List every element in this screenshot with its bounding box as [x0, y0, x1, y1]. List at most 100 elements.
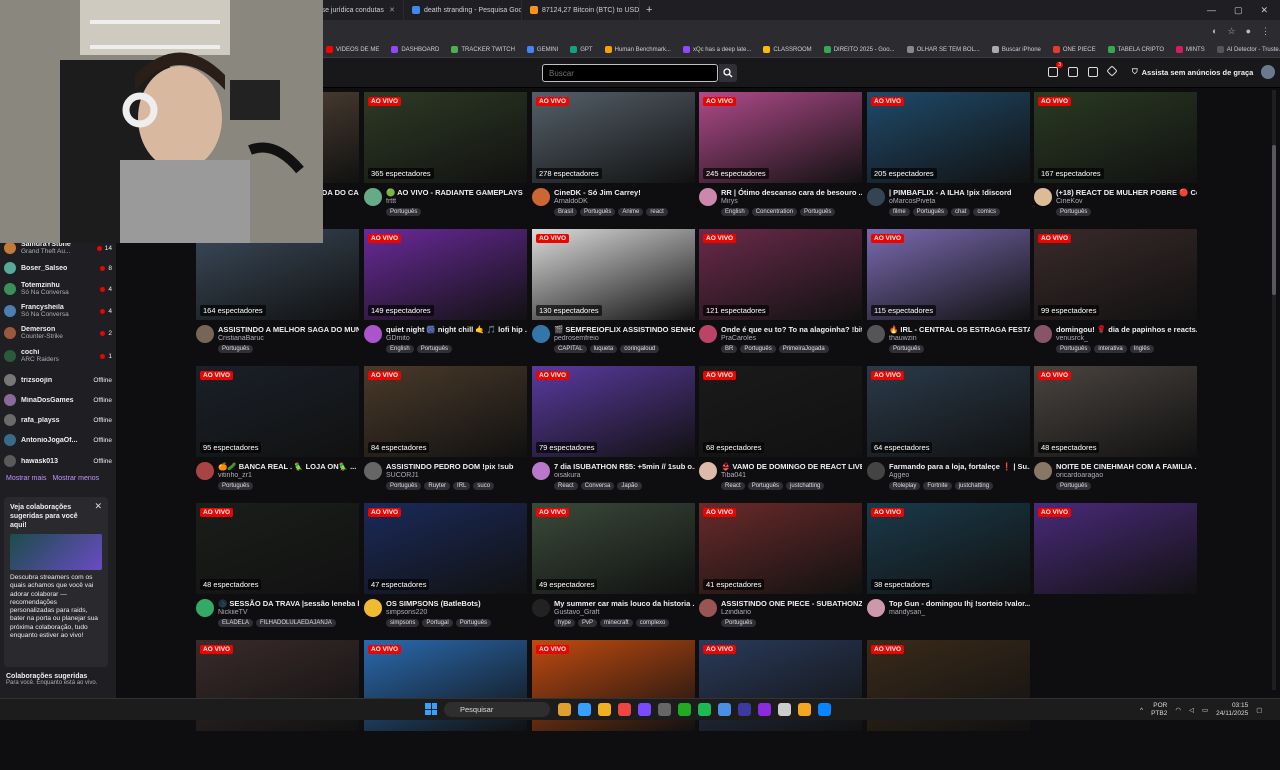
chevron-up-icon[interactable]: ^: [1140, 707, 1143, 714]
streamer-name[interactable]: Lzindiario: [721, 609, 862, 616]
stream-card[interactable]: AO VIVO 68 espectadores 👙 VAMO DE DOMINGO…: [699, 366, 862, 496]
stream-thumbnail[interactable]: AO VIVO 79 espectadores: [532, 366, 695, 457]
stream-tag[interactable]: IRL: [453, 482, 471, 490]
stream-card[interactable]: AO VIVO 41 espectadores ASSISTINDO ONE PI…: [699, 503, 862, 633]
stream-tag[interactable]: hype: [554, 619, 576, 627]
stream-tag[interactable]: PrimeiraJogada: [778, 345, 829, 353]
stream-tag[interactable]: React: [721, 482, 745, 490]
clock[interactable]: 03:15 24/11/2025: [1216, 702, 1248, 718]
stream-card[interactable]: AO VIVO 115 espectadores 🔥 IRL - CENTRAL …: [867, 229, 1030, 359]
stream-tag[interactable]: Português: [1056, 345, 1092, 353]
stream-tag[interactable]: CAPITAL: [554, 345, 587, 353]
stream-tag[interactable]: Português: [1056, 208, 1092, 216]
stream-card[interactable]: AO VIVO 278 espectadores CineDK - Só Jim …: [532, 92, 695, 222]
taskbar-app-icon[interactable]: [698, 703, 711, 716]
taskbar-app-icon[interactable]: [798, 703, 811, 716]
bookmark-item[interactable]: TABELA CRIPTO: [1107, 46, 1164, 53]
streamer-avatar[interactable]: [196, 462, 214, 480]
stream-thumbnail[interactable]: AO VIVO 130 espectadores: [532, 229, 695, 320]
stream-thumbnail[interactable]: AO VIVO 84 espectadores: [364, 366, 527, 457]
stream-tag[interactable]: minecraft: [600, 619, 633, 627]
stream-title[interactable]: Top Gun - domingou Ihj !sorteio !valor..…: [889, 599, 1030, 608]
windows-start-icon[interactable]: [425, 703, 437, 715]
show-less-link[interactable]: Mostrar menos: [52, 475, 99, 482]
stream-tag[interactable]: luqueta: [589, 345, 618, 353]
page-scrollbar[interactable]: [1272, 90, 1276, 690]
bookmark-item[interactable]: DASHBOARD: [391, 46, 439, 53]
stream-tag[interactable]: justchatting: [786, 482, 825, 490]
show-more-link[interactable]: Mostrar mais: [6, 475, 46, 482]
streamer-avatar[interactable]: [196, 325, 214, 343]
browser-tab[interactable]: 87124,27 Bitcoin (BTC) to USDT✕: [522, 0, 640, 20]
stream-card[interactable]: AO VIVO 47 espectadores OS SIMPSONS (Batl…: [364, 503, 527, 633]
bookmark-item[interactable]: ONE PIECE: [1052, 46, 1096, 53]
taskbar-app-icon[interactable]: [658, 703, 671, 716]
stream-tag[interactable]: Português: [740, 345, 776, 353]
stream-card[interactable]: AO VIVO 79 espectadores 7 dia ISUBATHON R…: [532, 366, 695, 496]
streamer-avatar[interactable]: [364, 325, 382, 343]
taskbar-app-icon[interactable]: [818, 703, 831, 716]
streamer-name[interactable]: GDmito: [386, 335, 527, 342]
taskbar-app-icon[interactable]: [558, 703, 571, 716]
stream-thumbnail[interactable]: AO VIVO 167 espectadores: [1034, 92, 1197, 183]
stream-tag[interactable]: Concentration: [751, 208, 798, 216]
stream-title[interactable]: 7 dia ISUBATHON R$5: +5min // 1sub o...: [554, 462, 695, 471]
stream-tag[interactable]: BR: [721, 345, 738, 353]
stream-tag[interactable]: Português: [1056, 482, 1092, 490]
bookmark-item[interactable]: VIDEOS DE ME: [326, 46, 379, 53]
sidebar-channel[interactable]: rafa_playss Offline: [4, 410, 112, 430]
stream-card[interactable]: AO VIVO 365 espectadores 🟢 AO VIVO - RADI…: [364, 92, 527, 222]
stream-title[interactable]: Onde é que eu to? To na alagoinha? !bit.…: [721, 325, 862, 334]
streamer-name[interactable]: Tiba041: [721, 472, 862, 479]
taskbar-app-icon[interactable]: [758, 703, 771, 716]
browser-tab[interactable]: death stranding - Pesquisa Goo✕: [404, 0, 522, 20]
bookmark-item[interactable]: Buscar iPhone: [991, 46, 1041, 53]
stream-card[interactable]: AO VIVO 130 espectadores 🎬 SEMFREIOFLIX A…: [532, 229, 695, 359]
bookmark-item[interactable]: OLHAR SE TEM BOL...: [906, 46, 980, 53]
streamer-name[interactable]: simpsons220: [386, 609, 527, 616]
stream-card[interactable]: AO VIVO 84 espectadores ASSISTINDO PEDRO …: [364, 366, 527, 496]
stream-title[interactable]: CineDK - Só Jim Carrey!: [554, 188, 695, 197]
stream-title[interactable]: 🍊🥒 BANCA REAL . 🦜 LOJA ON🦜 ...: [218, 462, 359, 471]
streamer-avatar[interactable]: [867, 599, 885, 617]
user-avatar[interactable]: [1261, 65, 1275, 79]
stream-thumbnail[interactable]: AO VIVO 49 espectadores: [532, 503, 695, 594]
bookmark-star-icon[interactable]: ☆: [1227, 26, 1235, 37]
stream-card[interactable]: AO VIVO 167 espectadores (+18) REACT DE M…: [1034, 92, 1197, 222]
bookmark-item[interactable]: TRACKER TWITCH: [451, 46, 515, 53]
sidebar-channel[interactable]: AntonioJogaOf... Offline: [4, 430, 112, 450]
taskbar-app-icon[interactable]: [618, 703, 631, 716]
stream-tag[interactable]: FILHADOLULAEDAJANJA: [256, 619, 336, 627]
stream-title[interactable]: 🔥 IRL - CENTRAL OS ESTRAGA FESTA...: [889, 325, 1030, 334]
sidebar-channel[interactable]: cochi ARC Raiders 1: [4, 346, 112, 366]
stream-thumbnail[interactable]: AO VIVO 68 espectadores: [699, 366, 862, 457]
streamer-avatar[interactable]: [532, 325, 550, 343]
stream-tag[interactable]: justchatting: [954, 482, 994, 490]
stream-thumbnail[interactable]: AO VIVO 64 espectadores: [867, 366, 1030, 457]
stream-tag[interactable]: Fortnite: [923, 482, 952, 490]
maximize-icon[interactable]: ▢: [1234, 5, 1243, 16]
stream-tag[interactable]: Português: [218, 345, 254, 353]
streamer-name[interactable]: venusrck_: [1056, 335, 1197, 342]
stream-thumbnail[interactable]: AO VIVO 121 espectadores: [699, 229, 862, 320]
stream-tag[interactable]: Roleplay: [889, 482, 921, 490]
streamer-avatar[interactable]: [699, 462, 717, 480]
streamer-name[interactable]: Gustavo_Graft: [554, 609, 695, 616]
bookmark-item[interactable]: MINTS: [1176, 46, 1205, 53]
stream-title[interactable]: RR | Ótimo descanso cara de besouro ...: [721, 188, 862, 197]
streamer-name[interactable]: Mirys: [721, 198, 862, 205]
stream-tag[interactable]: comics: [973, 208, 1001, 216]
menu-icon[interactable]: ⋮: [1261, 26, 1270, 37]
sidebar-channel[interactable]: Boser_Salseo 8: [4, 258, 112, 278]
streamer-name[interactable]: pedrosemfreio: [554, 335, 695, 342]
stream-card[interactable]: AO VIVO 49 espectadores My summer car mai…: [532, 503, 695, 633]
stream-title[interactable]: 🎬 SEMFREIOFLIX ASSISTINDO SENHO...: [554, 325, 695, 334]
stream-tag[interactable]: English: [386, 345, 414, 353]
stream-tag[interactable]: Japão: [617, 482, 642, 490]
whispers-icon[interactable]: [1088, 67, 1098, 77]
stream-tag[interactable]: complexo: [635, 619, 670, 627]
inbox-icon[interactable]: [1068, 67, 1078, 77]
streamer-name[interactable]: ArnaldoDK: [554, 198, 695, 205]
stream-thumbnail[interactable]: AO VIVO 48 espectadores: [1034, 366, 1197, 457]
streamer-avatar[interactable]: [1034, 188, 1052, 206]
